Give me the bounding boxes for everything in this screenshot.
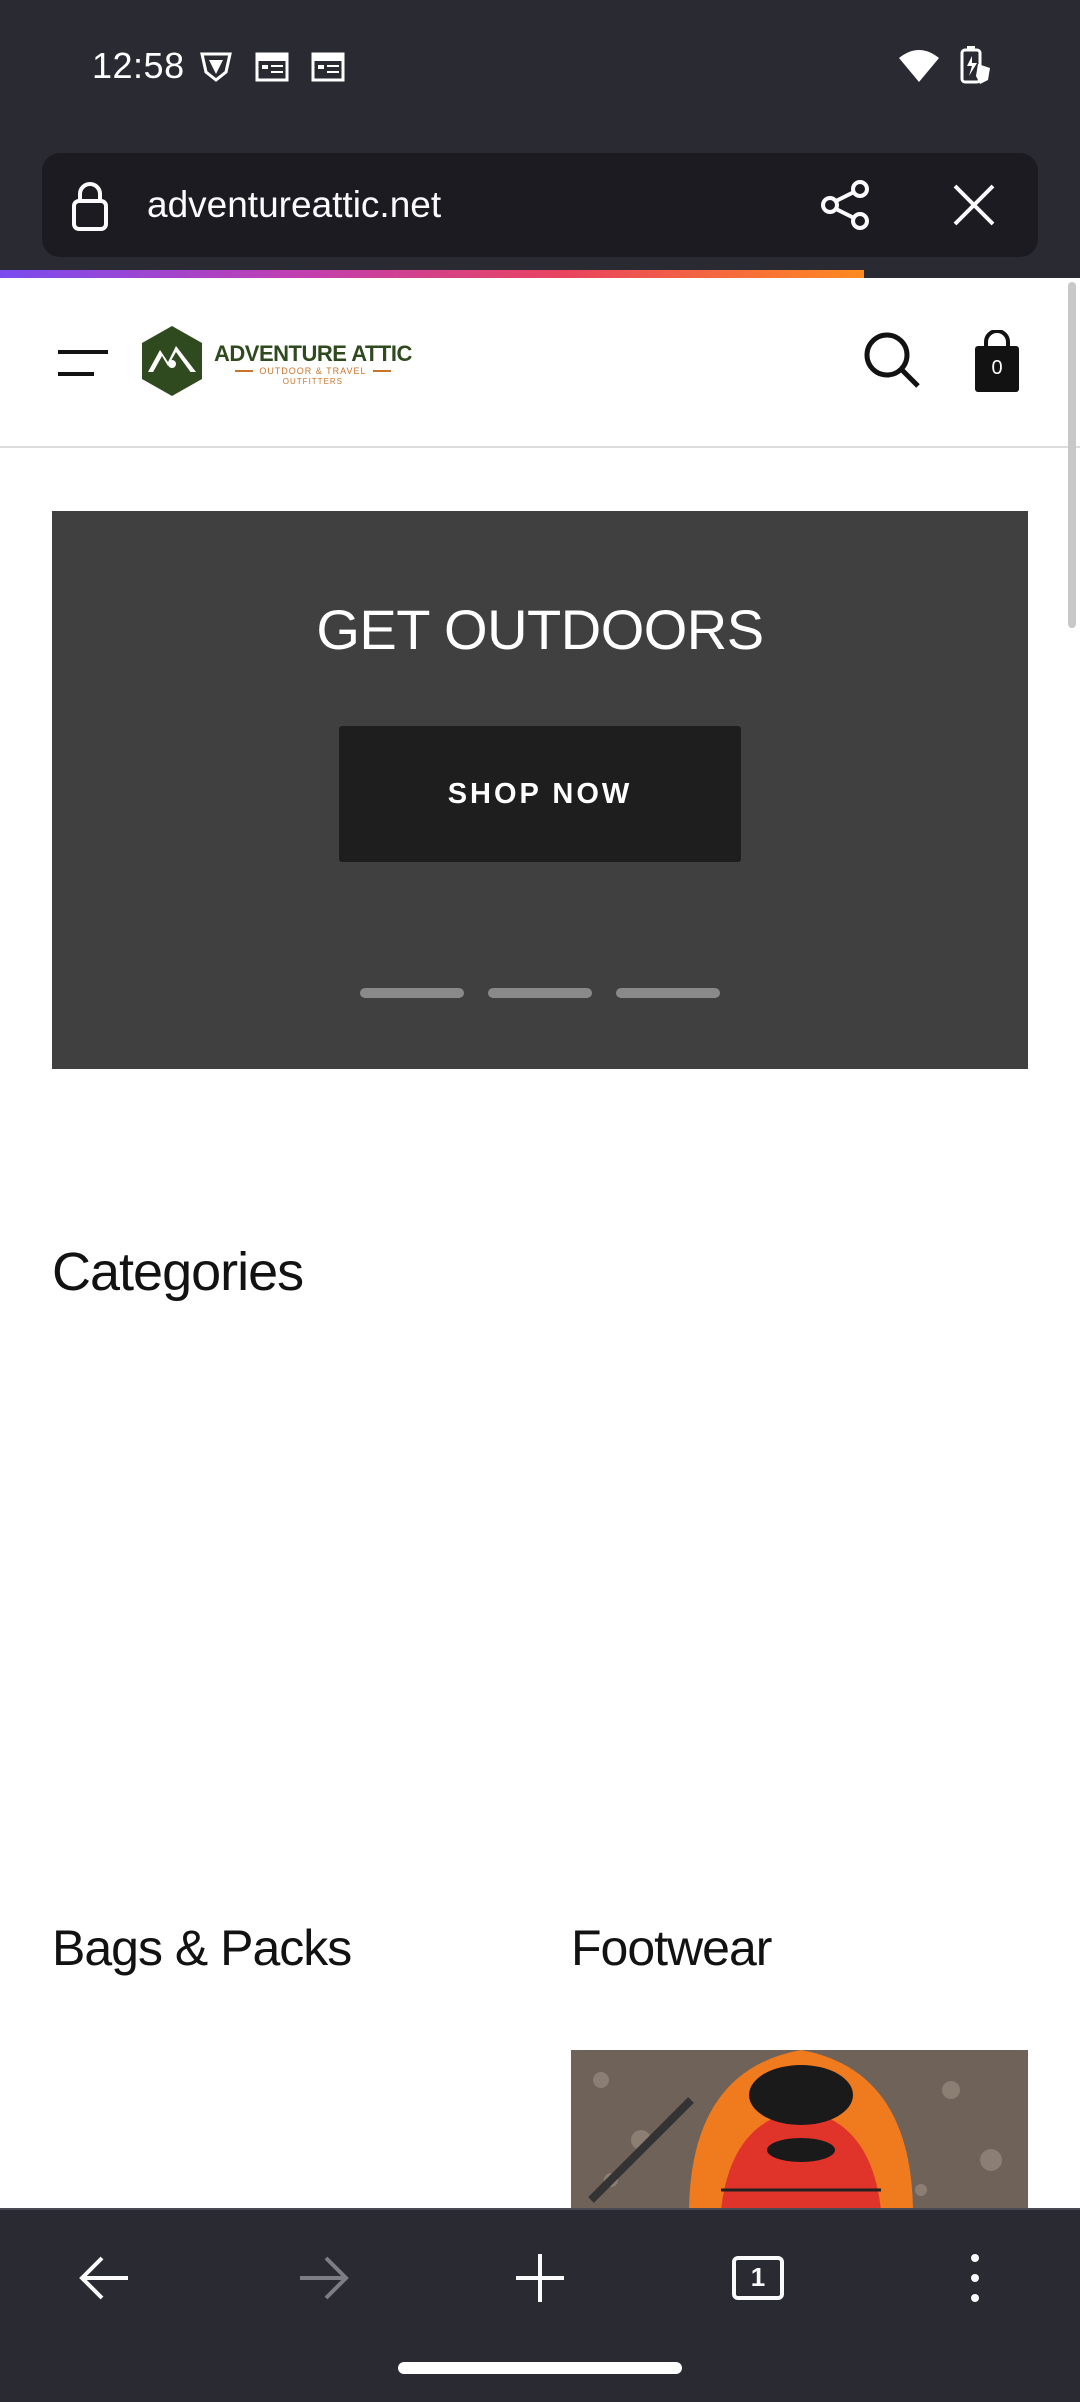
logo-subtitle-2: OUTFITTERS	[282, 376, 344, 386]
search-icon[interactable]	[862, 330, 922, 395]
shop-now-button[interactable]: SHOP NOW	[339, 726, 741, 862]
page-load-progress	[0, 270, 864, 278]
menu-icon[interactable]	[58, 348, 108, 383]
lock-icon[interactable]	[70, 181, 110, 236]
cart-button[interactable]: 0	[972, 329, 1022, 394]
categories-heading: Categories	[52, 1242, 304, 1302]
url-text[interactable]: adventureattic.net	[147, 181, 441, 229]
slide-indicator[interactable]	[616, 988, 720, 998]
slide-indicator[interactable]	[488, 988, 592, 998]
share-icon[interactable]	[820, 179, 872, 236]
status-right-icons	[898, 46, 992, 86]
site-logo[interactable]: ADVENTURE ATTIC OUTDOOR & TRAVEL OUTFITT…	[138, 324, 412, 403]
status-bar: 12:58	[0, 0, 1080, 135]
new-tab-icon[interactable]	[512, 2250, 568, 2311]
battery-charging-icon	[958, 46, 992, 86]
back-arrow-icon[interactable]	[78, 2250, 132, 2311]
site-header: ADVENTURE ATTIC OUTDOOR & TRAVEL OUTFITT…	[0, 278, 1080, 448]
hero-title: GET OUTDOORS	[316, 598, 764, 661]
calendar-icon	[254, 48, 290, 84]
cart-count: 0	[991, 357, 1003, 379]
mountain-logo-icon	[138, 324, 206, 403]
bags-packs-heading[interactable]: Bags & Packs	[52, 1916, 352, 1980]
more-menu-icon[interactable]	[960, 2250, 990, 2311]
browser-toolbar: adventureattic.net	[0, 135, 1080, 270]
hero-slideshow: GET OUTDOORS SHOP NOW	[52, 511, 1028, 1069]
status-left-icons	[198, 48, 346, 84]
calendar-icon	[310, 48, 346, 84]
forward-arrow-icon[interactable]	[296, 2250, 350, 2311]
logo-title: ADVENTURE ATTIC	[214, 340, 412, 366]
url-bar[interactable]: adventureattic.net	[42, 153, 1038, 257]
vpn-shield-icon	[198, 48, 234, 84]
tab-count: 1	[750, 2262, 766, 2292]
page-load-progress-track	[864, 270, 1080, 278]
home-indicator[interactable]	[398, 2362, 682, 2374]
status-time: 12:58	[92, 45, 185, 86]
footwear-heading[interactable]: Footwear	[571, 1916, 772, 1980]
footwear-category-image[interactable]	[571, 2050, 1028, 2210]
scrollbar[interactable]	[1068, 282, 1076, 628]
tabs-button[interactable]: 1	[730, 2250, 786, 2306]
slide-indicators	[360, 988, 720, 998]
wifi-icon	[898, 48, 940, 84]
logo-subtitle: OUTDOOR & TRAVEL	[259, 365, 367, 376]
slide-indicator[interactable]	[360, 988, 464, 998]
close-icon[interactable]	[952, 183, 996, 232]
